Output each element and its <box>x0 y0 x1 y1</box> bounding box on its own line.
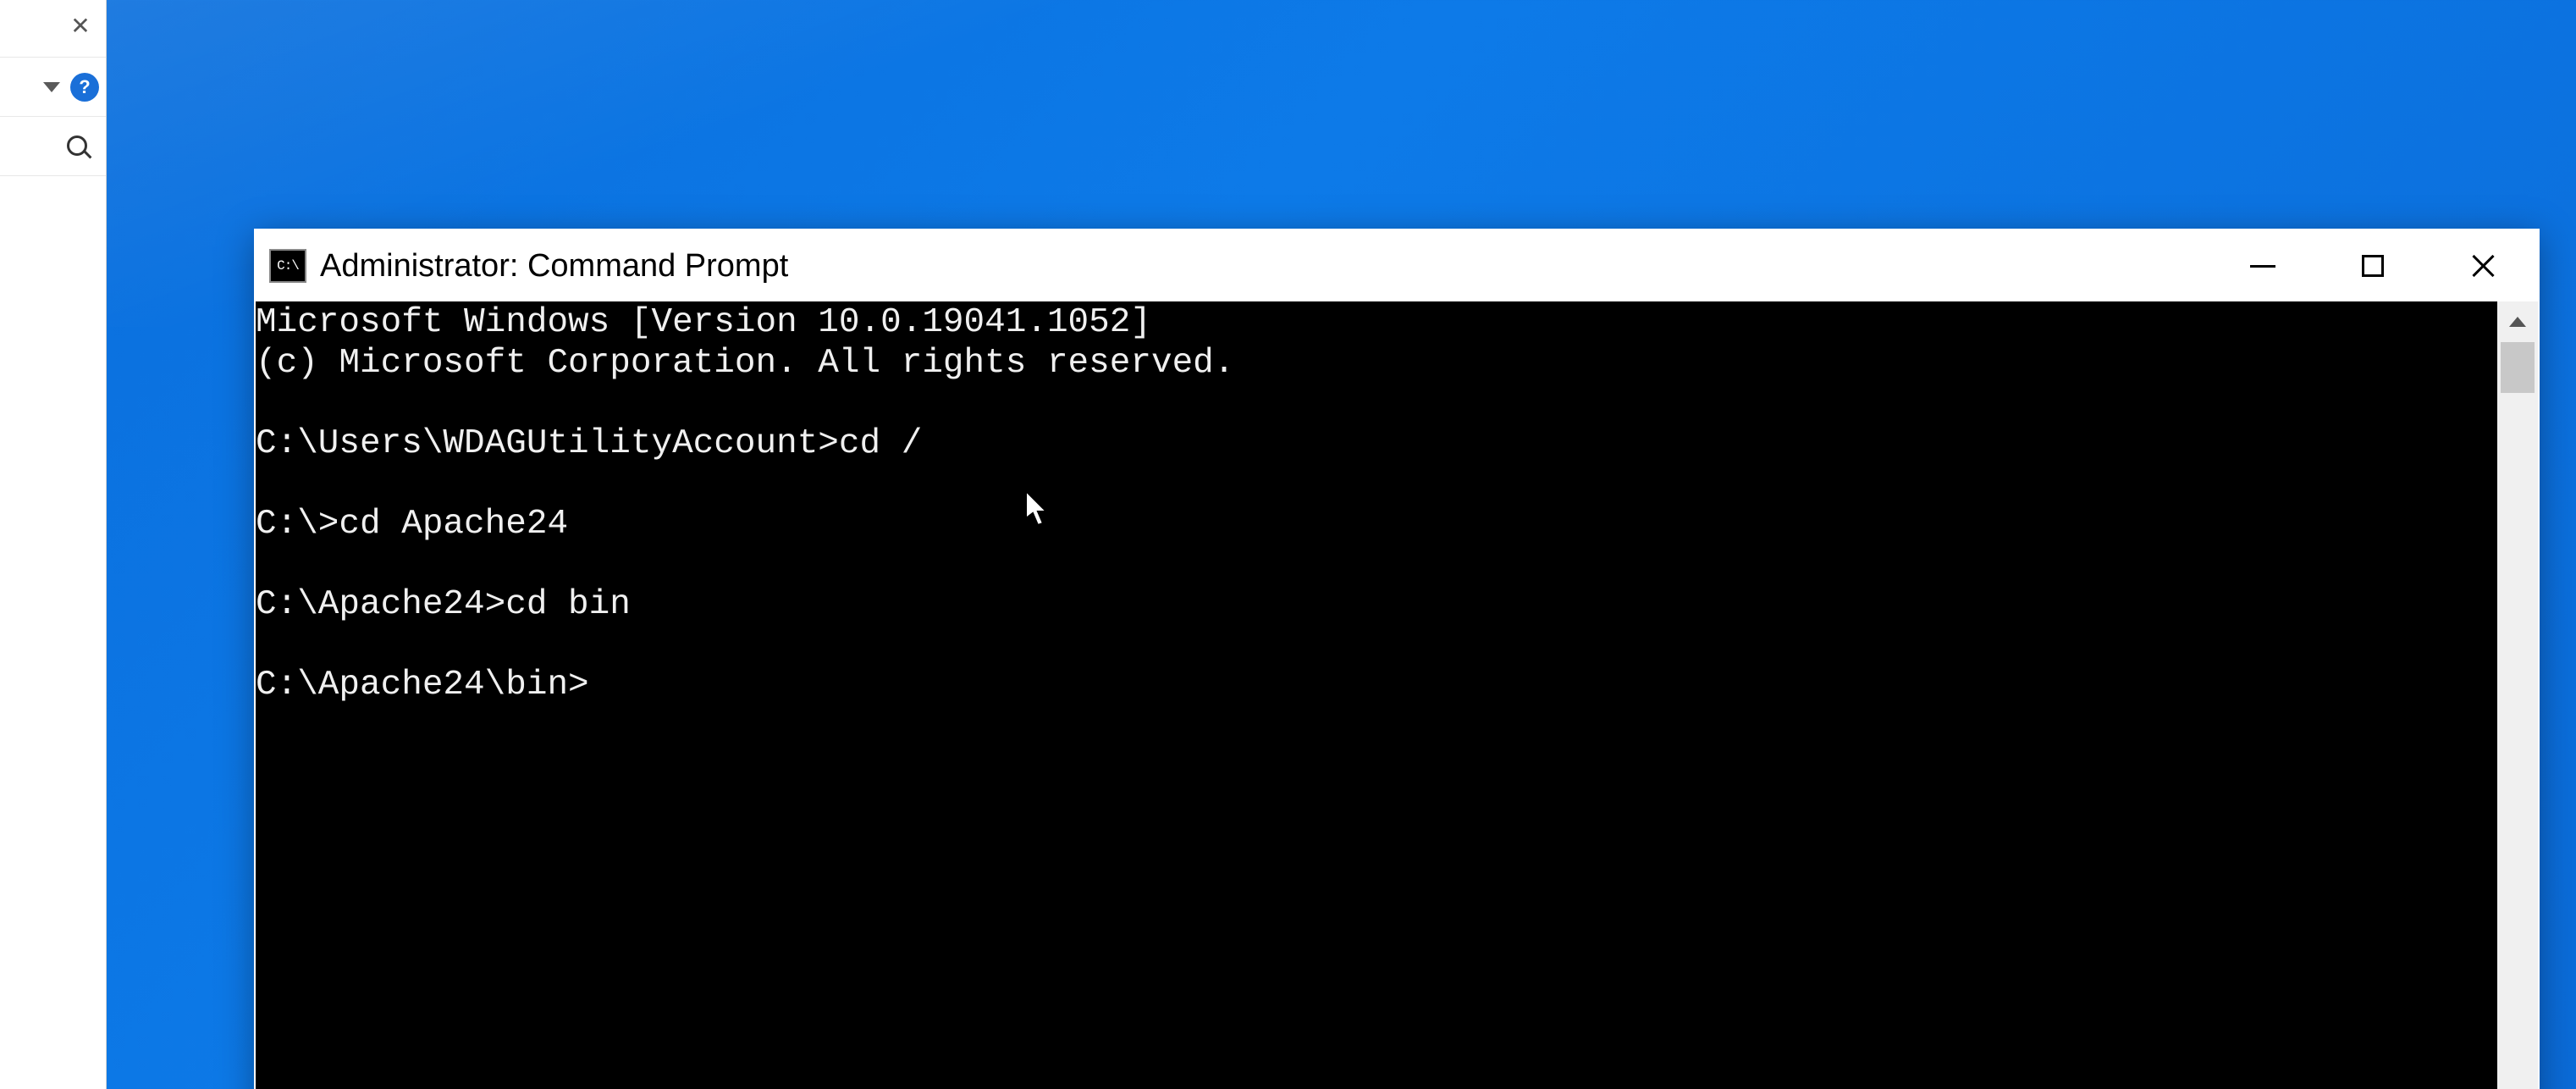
scroll-up-icon <box>2509 317 2526 327</box>
scrollbar-thumb[interactable] <box>2501 342 2535 393</box>
cmd-app-icon: C:\ <box>269 249 306 283</box>
background-titlebar: ✕ <box>0 0 106 58</box>
background-search-row <box>0 117 106 176</box>
terminal-line: Microsoft Windows [Version 10.0.19041.10… <box>256 303 1151 342</box>
terminal-line: (c) Microsoft Corporation. All rights re… <box>256 344 1234 383</box>
background-app-window: ✕ ? <box>0 0 107 1089</box>
titlebar[interactable]: C:\ Administrator: Command Prompt <box>256 230 2538 301</box>
command-prompt-window: C:\ Administrator: Command Prompt Micros… <box>254 229 2540 1089</box>
minimize-button[interactable] <box>2208 230 2318 301</box>
terminal-area: Microsoft Windows [Version 10.0.19041.10… <box>256 301 2538 1089</box>
desktop: ✕ ? C:\ Administrator: Command Prompt <box>0 0 2576 1089</box>
maximize-button[interactable] <box>2318 230 2428 301</box>
close-icon: ✕ <box>70 12 90 40</box>
search-icon[interactable] <box>65 134 91 159</box>
terminal-output[interactable]: Microsoft Windows [Version 10.0.19041.10… <box>256 301 2497 1089</box>
scrollbar-up-button[interactable] <box>2497 301 2538 342</box>
maximize-icon <box>2362 255 2384 277</box>
minimize-icon <box>2250 265 2275 268</box>
background-toolbar: ? <box>0 58 106 117</box>
chevron-down-icon[interactable] <box>43 82 60 92</box>
close-icon <box>2470 253 2496 279</box>
help-icon[interactable]: ? <box>70 73 99 102</box>
close-button[interactable] <box>2428 230 2538 301</box>
terminal-line: C:\>cd Apache24 <box>256 505 568 544</box>
terminal-line: C:\Users\WDAGUtilityAccount>cd / <box>256 424 922 463</box>
vertical-scrollbar[interactable] <box>2497 301 2538 1089</box>
terminal-prompt[interactable]: C:\Apache24\bin> <box>256 666 589 705</box>
terminal-line: C:\Apache24>cd bin <box>256 585 631 624</box>
close-button[interactable]: ✕ <box>55 0 106 51</box>
window-title: Administrator: Command Prompt <box>320 248 2208 285</box>
